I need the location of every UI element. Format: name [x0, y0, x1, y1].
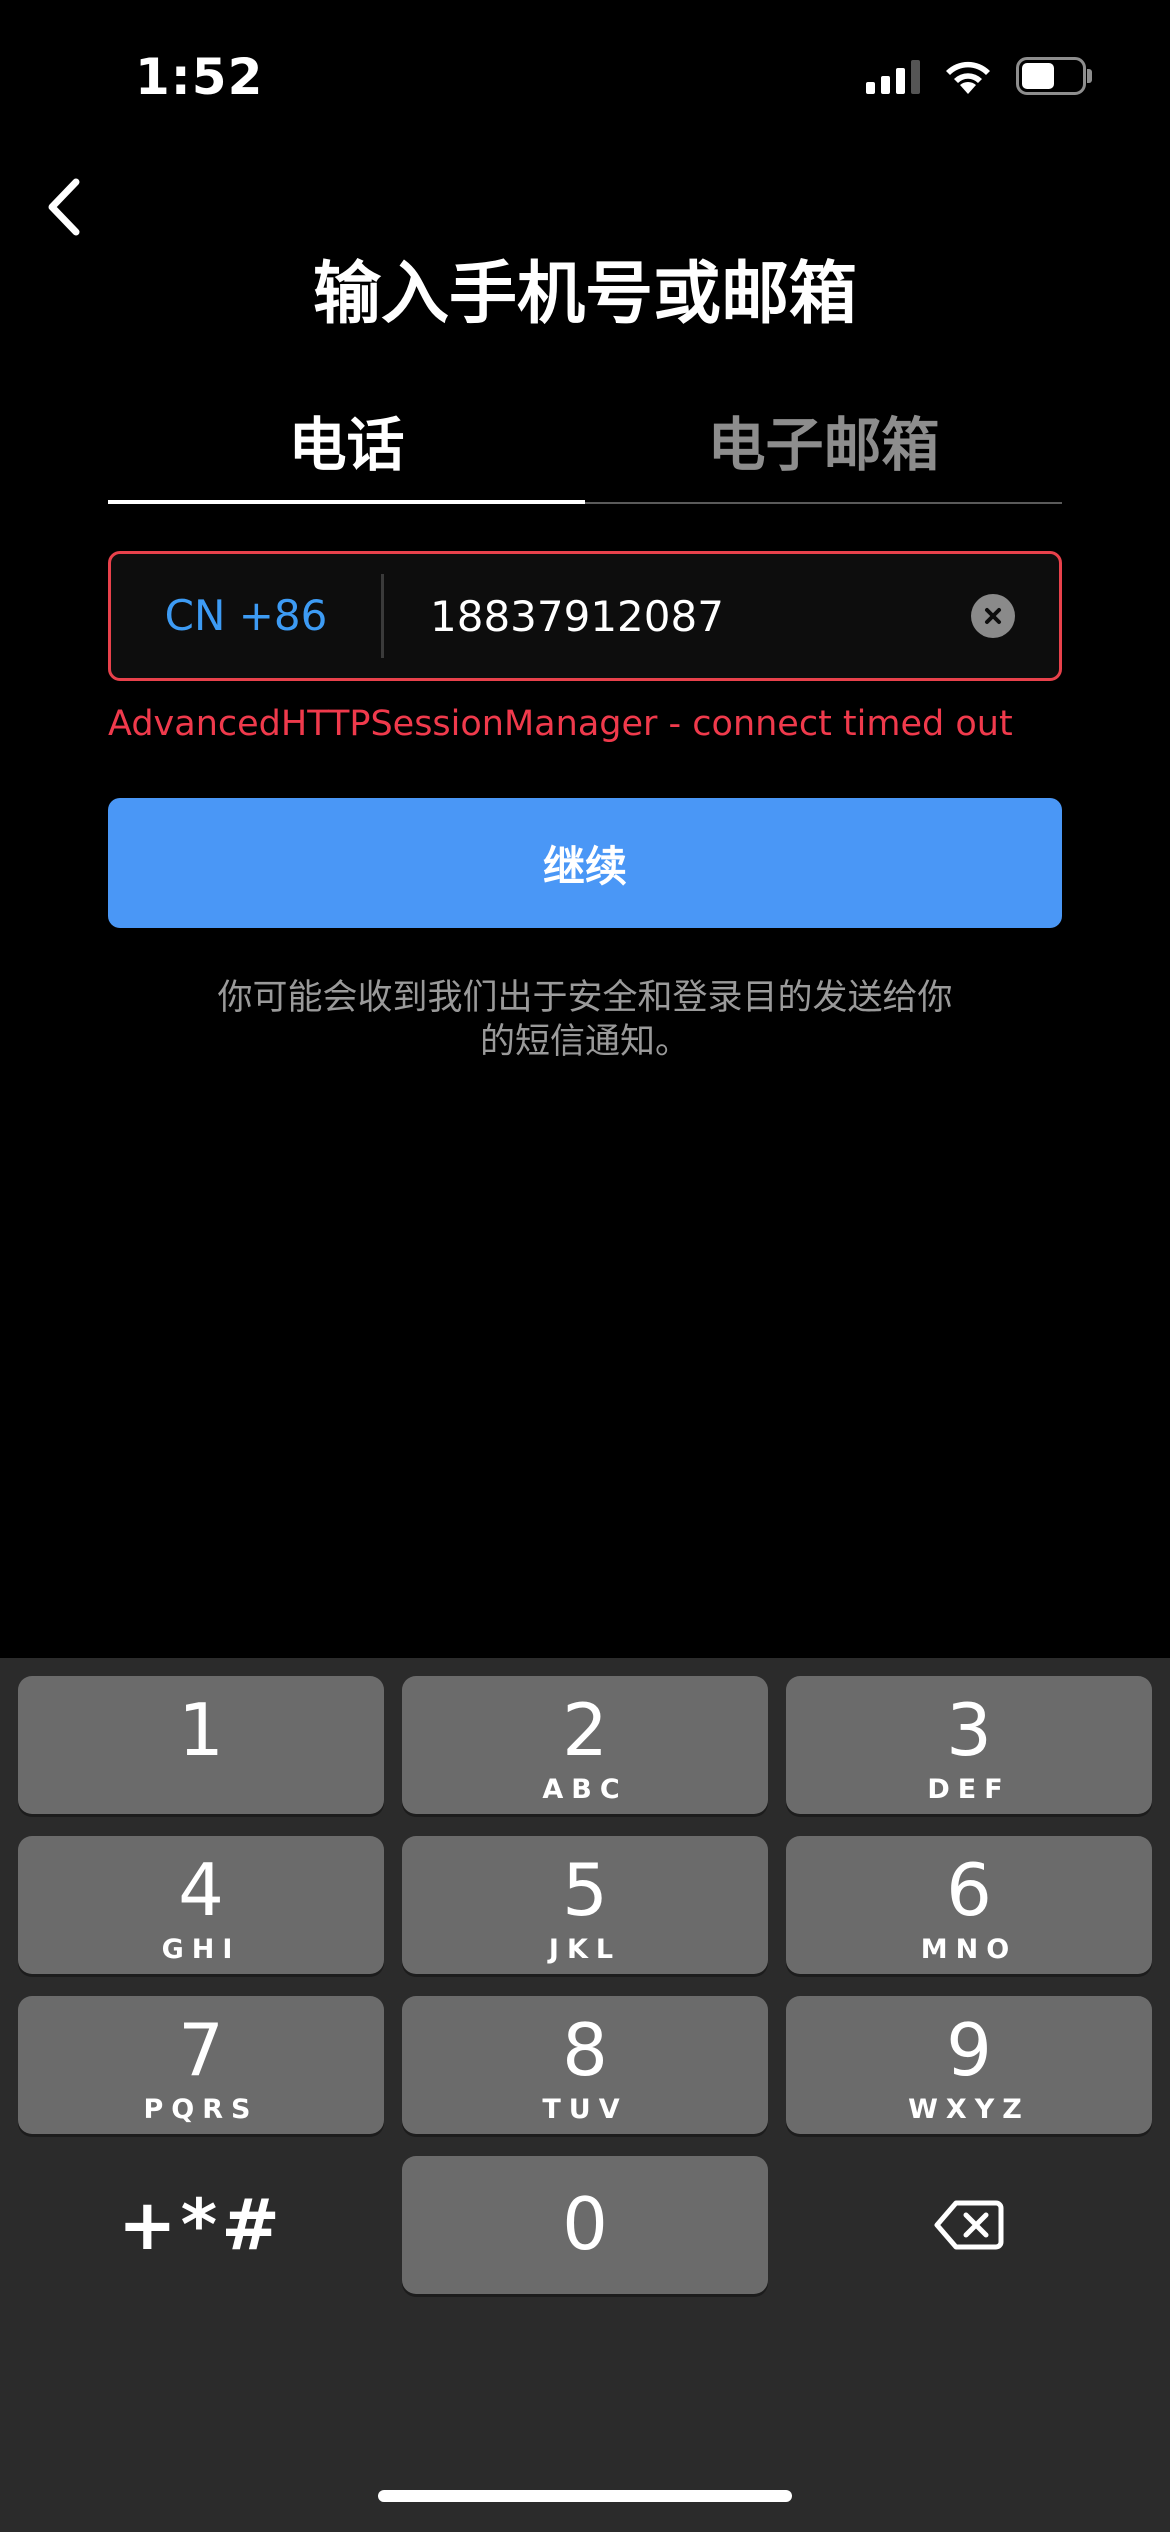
key-4[interactable]: 4 GHI — [18, 1836, 384, 1974]
key-digit: 9 — [946, 2008, 992, 2092]
key-digit: 4 — [178, 1848, 224, 1932]
key-symbols[interactable]: +*# — [18, 2156, 384, 2294]
sms-notice-line: 的短信通知。 — [479, 1022, 690, 1062]
key-8[interactable]: 8 TUV — [402, 1996, 768, 2134]
key-letters: TUV — [542, 2094, 628, 2125]
cellular-signal-icon — [866, 58, 920, 94]
key-digit: 8 — [562, 2008, 608, 2092]
key-letters: DEF — [927, 1774, 1011, 1805]
key-letters: JKL — [548, 1934, 622, 1965]
key-digit: 5 — [562, 1848, 608, 1932]
phone-field: CN +86 — [108, 551, 1062, 681]
key-0[interactable]: 0 — [402, 2156, 768, 2294]
delete-key[interactable] — [786, 2156, 1152, 2294]
key-digit: 7 — [178, 2008, 224, 2092]
key-digit: 3 — [946, 1688, 992, 1772]
continue-button[interactable]: 继续 — [108, 798, 1062, 928]
key-5[interactable]: 5 JKL — [402, 1836, 768, 1974]
key-6[interactable]: 6 MNO — [786, 1836, 1152, 1974]
key-letters: GHI — [161, 1934, 241, 1965]
key-symbols-label: +*# — [118, 2184, 284, 2266]
key-3[interactable]: 3 DEF — [786, 1676, 1152, 1814]
key-letters: ABC — [542, 1774, 628, 1805]
key-digit: 2 — [562, 1688, 608, 1772]
screen: 1:52 输入手机号或邮箱 电话 电子邮箱 CN +86 18837912087… — [0, 0, 1170, 2532]
back-chevron-icon[interactable] — [40, 172, 90, 242]
country-code-selector[interactable]: CN +86 — [111, 574, 384, 658]
key-letters: MNO — [920, 1934, 1018, 1965]
key-7[interactable]: 7 PQRS — [18, 1996, 384, 2134]
status-icons — [866, 56, 1092, 96]
numeric-keypad: 1 2 ABC 3 DEF 4 GHI 5 JKL 6 MNO 7 PQRS 8 — [0, 1658, 1170, 2532]
delete-backspace-icon — [934, 2200, 1004, 2250]
tab-bar: 电话 电子邮箱 — [108, 390, 1062, 504]
sms-notice: 你可能会收到我们出于安全和登录目的发送给你 的短信通知。 — [180, 976, 990, 1064]
battery-icon — [1016, 57, 1092, 95]
sms-notice-line: 你可能会收到我们出于安全和登录目的发送给你 — [217, 978, 953, 1018]
key-1[interactable]: 1 — [18, 1676, 384, 1814]
home-indicator[interactable] — [378, 2490, 792, 2502]
key-9[interactable]: 9 WXYZ — [786, 1996, 1152, 2134]
phone-number-input[interactable] — [384, 591, 971, 641]
page-title: 输入手机号或邮箱 — [312, 255, 857, 334]
key-letters: PQRS — [143, 2094, 259, 2125]
key-digit: 0 — [562, 2182, 608, 2266]
key-digit: 6 — [946, 1848, 992, 1932]
key-digit: 1 — [178, 1688, 224, 1772]
tab-phone[interactable]: 电话 — [108, 390, 585, 504]
error-message: AdvancedHTTPSessionManager - connect tim… — [108, 704, 1013, 744]
tab-email[interactable]: 电子邮箱 — [585, 390, 1062, 502]
key-2[interactable]: 2 ABC — [402, 1676, 768, 1814]
wifi-icon — [946, 61, 990, 94]
clear-input-icon[interactable] — [971, 594, 1015, 638]
key-letters: WXYZ — [908, 2094, 1030, 2125]
status-time: 1:52 — [135, 48, 264, 106]
